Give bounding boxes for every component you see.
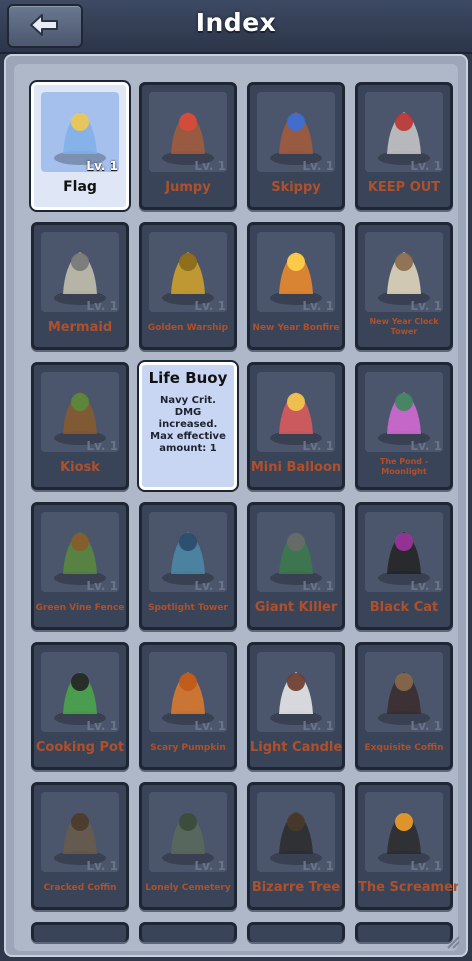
item-name: Black Cat [369,600,439,615]
item-name: Flag [63,179,97,195]
corner-grip-icon [447,936,460,949]
item-level: Lv. 1 [410,719,442,733]
item-level: Lv. 1 [410,159,442,173]
item-card[interactable]: Lv. 1 Jumpy [139,82,237,210]
item-name: Spotlight Tower [148,603,228,613]
item-level: Lv. 1 [302,719,334,733]
item-card-partial[interactable] [139,922,237,942]
item-card[interactable]: Lv. 1 Exquisite Coffin [355,642,453,770]
page-title: Index [195,8,277,37]
item-level: Lv. 1 [302,299,334,313]
index-panel: Lv. 1 Flag Lv. 1 Jumpy Lv. 1 Skippy Lv. 1 KEEP … [4,54,468,957]
item-card[interactable]: Lv. 1 Cooking Pot [31,642,129,770]
item-level: Lv. 1 [86,439,118,453]
item-level: Lv. 1 [194,159,226,173]
item-card[interactable]: Life Buoy Navy Crit. DMG increased. Max e… [139,362,237,490]
item-name: New Year Clock Tower [369,317,439,336]
item-card[interactable]: Lv. 1 Light Candle [247,642,345,770]
header-bar: Index [0,0,472,54]
index-scroll-area[interactable]: Lv. 1 Flag Lv. 1 Jumpy Lv. 1 Skippy Lv. 1 KEEP … [14,64,458,951]
item-card[interactable]: Lv. 1 KEEP OUT [355,82,453,210]
item-name: The Pond - Moonlight [379,457,429,476]
item-card[interactable]: Lv. 1 Spotlight Tower [139,502,237,630]
item-card[interactable]: Lv. 1 Lonely Cemetery [139,782,237,910]
item-name: Cracked Coffin [43,883,117,893]
item-level: Lv. 1 [410,299,442,313]
item-description: Navy Crit. DMG increased. Max effective … [150,395,226,454]
item-level: Lv. 1 [86,299,118,313]
item-level: Lv. 1 [302,859,334,873]
item-name: Jumpy [165,180,211,195]
item-name: Mini Balloon [250,460,342,475]
item-name: Exquisite Coffin [364,743,444,753]
item-card-partial[interactable] [355,922,453,942]
item-name: Giant Killer [254,600,338,615]
item-level: Lv. 1 [86,859,118,873]
item-name: KEEP OUT [367,180,441,195]
item-level: Lv. 1 [86,719,118,733]
item-card[interactable]: Lv. 1 Scary Pumpkin [139,642,237,770]
item-card[interactable]: Lv. 1 Kiosk [31,362,129,490]
item-card[interactable]: Lv. 1 Mini Balloon [247,362,345,490]
item-name: Skippy [271,180,321,195]
item-name: Kiosk [60,460,100,475]
item-card-partial[interactable] [247,922,345,942]
item-card[interactable]: Lv. 1 The Screamer [355,782,458,910]
item-card[interactable]: Lv. 1 Black Cat [355,502,453,630]
item-title: Life Buoy [148,369,228,387]
item-level: Lv. 1 [302,159,334,173]
item-level: Lv. 1 [194,859,226,873]
item-card[interactable]: Lv. 1 Green Vine Fence [31,502,129,630]
item-card[interactable]: Lv. 1 Golden Warship [139,222,237,350]
item-name: Scary Pumpkin [150,743,226,753]
item-level: Lv. 1 [194,299,226,313]
item-level: Lv. 1 [86,159,118,173]
item-level: Lv. 1 [410,859,442,873]
item-card[interactable]: Lv. 1 Mermaid [31,222,129,350]
item-name: Lonely Cemetery [145,883,231,893]
item-card-partial[interactable] [31,922,129,942]
item-card[interactable]: Lv. 1 The Pond - Moonlight [355,362,453,490]
item-card[interactable]: Lv. 1 Bizarre Tree [247,782,345,910]
item-name: Mermaid [47,320,113,335]
item-level: Lv. 1 [194,579,226,593]
item-name: Light Candle [250,740,343,755]
item-card[interactable]: Lv. 1 New Year Bonfire [247,222,345,350]
item-name: Cooking Pot [35,740,125,755]
item-level: Lv. 1 [410,439,442,453]
item-card[interactable]: Lv. 1 Giant Killer [247,502,345,630]
item-card[interactable]: Lv. 1 New Year Clock Tower [355,222,453,350]
item-level: Lv. 1 [302,439,334,453]
item-level: Lv. 1 [410,579,442,593]
item-level: Lv. 1 [86,579,118,593]
item-level: Lv. 1 [194,719,226,733]
item-card[interactable]: Lv. 1 Flag [31,82,129,210]
item-name: New Year Bonfire [252,323,340,333]
item-name: Green Vine Fence [35,603,125,613]
item-name: Bizarre Tree [251,880,341,895]
item-name: The Screamer [358,880,458,895]
item-grid: Lv. 1 Flag Lv. 1 Jumpy Lv. 1 Skippy Lv. 1 KEEP … [31,82,458,942]
item-name: Golden Warship [147,323,229,333]
item-card[interactable]: Lv. 1 Skippy [247,82,345,210]
item-card[interactable]: Lv. 1 Cracked Coffin [31,782,129,910]
item-level: Lv. 1 [302,579,334,593]
